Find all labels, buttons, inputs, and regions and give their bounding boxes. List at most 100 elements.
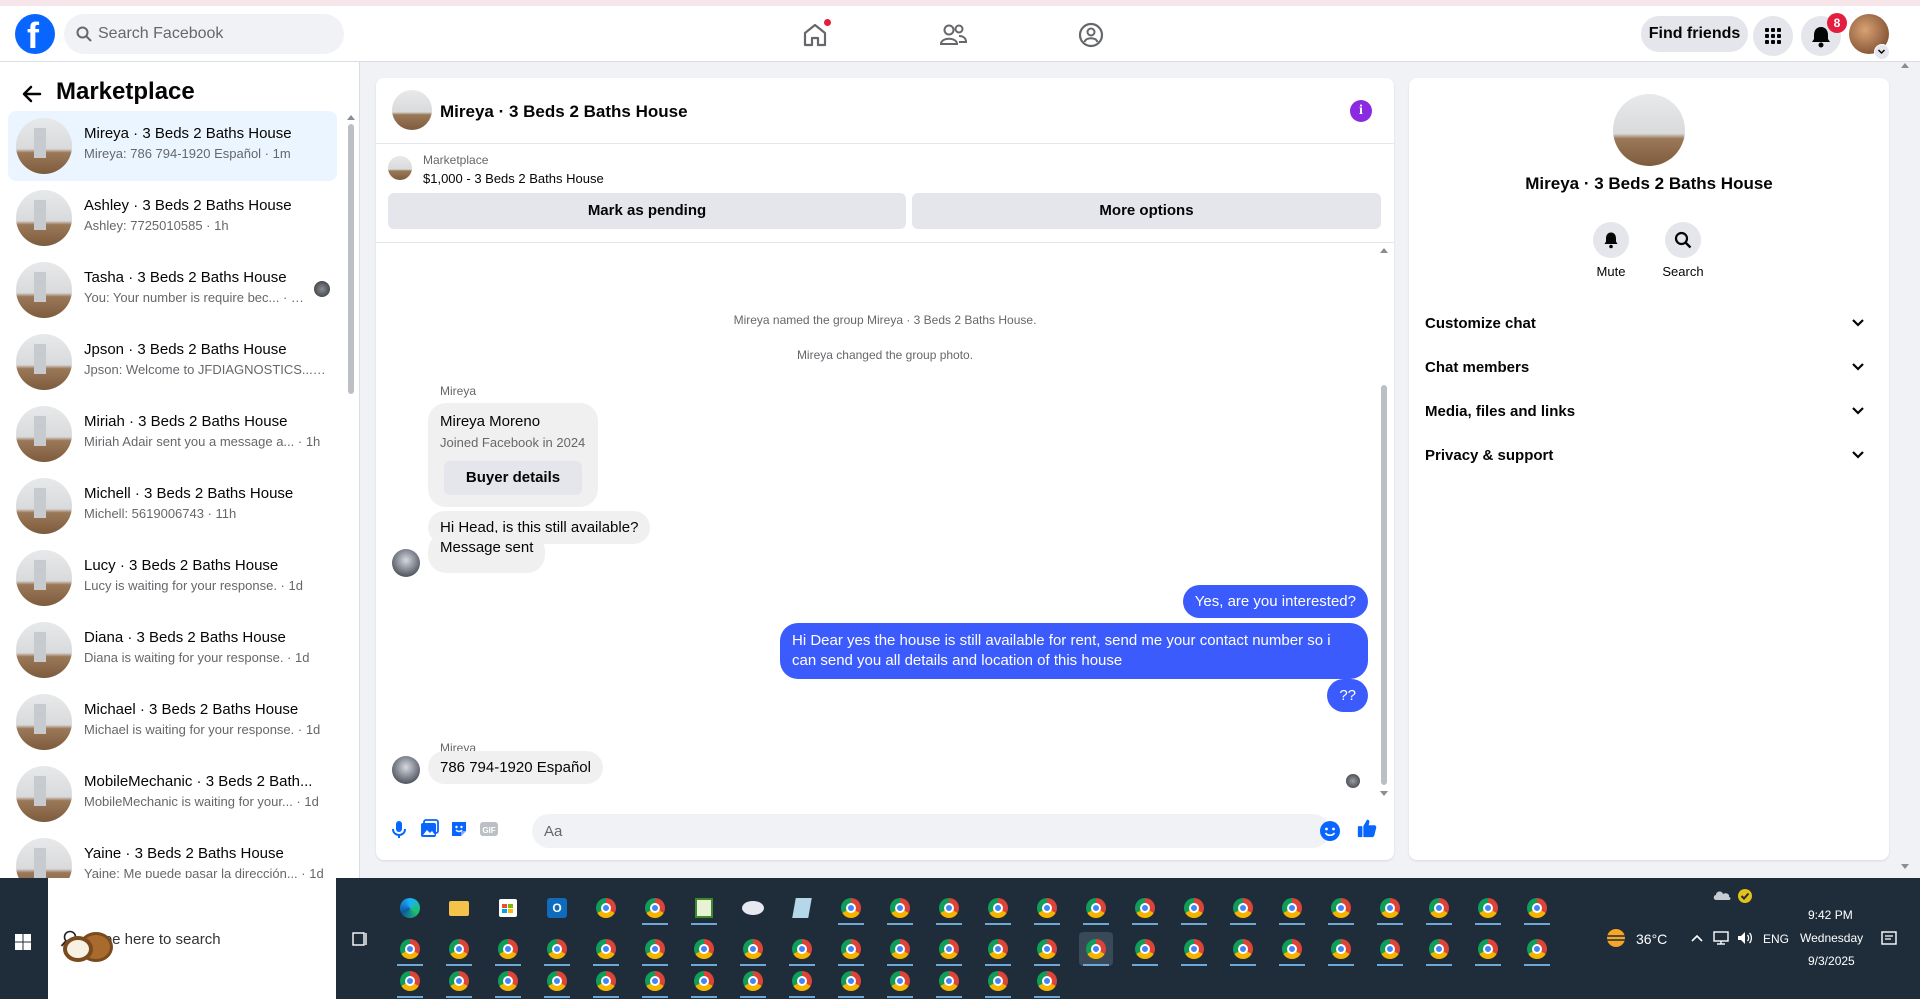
conversation-item[interactable]: Tasha · 3 Beds 2 Baths House You: Your n… — [8, 255, 337, 325]
chrome-window-icon[interactable] — [1324, 932, 1358, 966]
chrome-window-icon[interactable] — [736, 964, 770, 998]
conversation-item[interactable]: Diana · 3 Beds 2 Baths House Diana is wa… — [8, 615, 337, 685]
chrome-window-icon[interactable] — [393, 964, 427, 998]
thread-scrollbar[interactable] — [1379, 247, 1389, 799]
coconut-icon[interactable] — [60, 930, 116, 964]
emoji-icon[interactable] — [1319, 820, 1341, 842]
conversation-item[interactable]: Miriah · 3 Beds 2 Baths House Miriah Ada… — [8, 399, 337, 469]
chrome-window-icon[interactable] — [638, 964, 672, 998]
chrome-window-active-icon[interactable] — [1079, 932, 1113, 966]
message-input[interactable] — [532, 814, 1330, 848]
chrome-window-icon[interactable] — [1275, 891, 1309, 925]
taskbar-search-box[interactable] — [48, 878, 336, 999]
chat-title[interactable]: Mireya · 3 Beds 2 Baths House — [440, 102, 688, 122]
incoming-message[interactable]: Message sent — [428, 533, 546, 573]
scroll-up-arrow-icon[interactable] — [1900, 62, 1910, 68]
outgoing-message[interactable]: Hi Dear yes the house is still available… — [780, 623, 1368, 679]
conversation-item[interactable]: Michael · 3 Beds 2 Baths House Michael i… — [8, 687, 337, 757]
chrome-window-icon[interactable] — [932, 891, 966, 925]
sender-avatar[interactable] — [392, 756, 420, 784]
thread-scrollbar-thumb[interactable] — [1381, 385, 1387, 785]
gif-icon[interactable]: GIF — [478, 818, 500, 840]
chrome-window-icon[interactable] — [785, 964, 819, 998]
customize-chat-section[interactable]: Customize chat — [1417, 302, 1881, 346]
chrome-window-icon[interactable] — [1030, 891, 1064, 925]
chrome-window-icon[interactable] — [1226, 891, 1260, 925]
outgoing-message[interactable]: ?? — [1327, 679, 1368, 712]
conversation-item[interactable]: Ashley · 3 Beds 2 Baths House Ashley: 77… — [8, 183, 337, 253]
account-chevron-icon[interactable] — [1874, 44, 1890, 60]
security-status-icon[interactable] — [1737, 888, 1753, 904]
chrome-window-icon[interactable] — [442, 964, 476, 998]
network-icon[interactable] — [1712, 931, 1730, 945]
microsoft-store-icon[interactable] — [491, 891, 525, 925]
notification-center-icon[interactable] — [1880, 930, 1898, 948]
notes-app-icon[interactable] — [785, 891, 819, 925]
media-files-links-section[interactable]: Media, files and links — [1417, 390, 1881, 434]
page-scrollbar[interactable] — [1899, 62, 1911, 878]
mute-button[interactable]: Mute — [1581, 222, 1641, 279]
chrome-window-icon[interactable] — [1030, 932, 1064, 966]
chrome-window-icon[interactable] — [1520, 932, 1554, 966]
chrome-icon[interactable] — [589, 891, 623, 925]
info-icon[interactable]: i — [1350, 100, 1372, 122]
more-options-button[interactable]: More options — [912, 193, 1381, 229]
language-indicator[interactable]: ENG — [1763, 932, 1789, 946]
scroll-down-arrow-icon[interactable] — [1379, 791, 1389, 797]
chrome-window-icon[interactable] — [834, 932, 868, 966]
home-icon[interactable] — [800, 18, 832, 50]
chrome-window-icon[interactable] — [1030, 964, 1064, 998]
chrome-window-icon[interactable] — [687, 964, 721, 998]
chrome-window-icon[interactable] — [1275, 932, 1309, 966]
chat-group-avatar[interactable] — [1613, 94, 1685, 166]
chrome-window-icon[interactable] — [932, 932, 966, 966]
chrome-window-icon[interactable] — [1177, 932, 1211, 966]
back-arrow-icon[interactable] — [20, 82, 44, 106]
chrome-window-icon[interactable] — [540, 964, 574, 998]
clock-date[interactable]: 9/3/2025 — [1808, 954, 1855, 968]
chrome-window-icon[interactable] — [589, 964, 623, 998]
chrome-window-icon[interactable] — [1422, 932, 1456, 966]
chrome-window-icon[interactable] — [834, 891, 868, 925]
windows-start-icon[interactable] — [10, 929, 36, 955]
friends-icon[interactable] — [938, 20, 968, 50]
show-hidden-icons-chevron-icon[interactable] — [1690, 933, 1704, 943]
listing-price-title[interactable]: $1,000 - 3 Beds 2 Baths House — [423, 171, 604, 186]
chrome-window-icon[interactable] — [491, 932, 525, 966]
photo-icon[interactable] — [418, 818, 440, 840]
clock-time[interactable]: 9:42 PM — [1808, 908, 1853, 922]
chrome-window-icon[interactable] — [638, 932, 672, 966]
spreadsheet-icon[interactable] — [687, 891, 721, 925]
onedrive-icon[interactable] — [1712, 888, 1732, 902]
chrome-window-icon[interactable] — [540, 932, 574, 966]
chat-members-section[interactable]: Chat members — [1417, 346, 1881, 390]
chrome-window-icon[interactable] — [393, 932, 427, 966]
chrome-window-icon[interactable] — [1471, 891, 1505, 925]
volume-icon[interactable] — [1736, 931, 1754, 945]
search-input[interactable] — [98, 14, 328, 54]
listing-thumbnail[interactable] — [388, 156, 412, 180]
chrome-window-icon[interactable] — [834, 964, 868, 998]
chrome-window-icon[interactable] — [1373, 932, 1407, 966]
chrome-window-icon[interactable] — [932, 964, 966, 998]
chrome-window-icon[interactable] — [785, 932, 819, 966]
chrome-window-icon[interactable] — [883, 964, 917, 998]
conversation-item[interactable]: Lucy · 3 Beds 2 Baths House Lucy is wait… — [8, 543, 337, 613]
edge-icon[interactable] — [393, 891, 427, 925]
chrome-window-icon[interactable] — [736, 932, 770, 966]
incoming-message[interactable]: 786 794-1920 Español — [428, 751, 603, 784]
groups-icon[interactable] — [1076, 20, 1106, 50]
thumbs-up-icon[interactable] — [1356, 817, 1378, 839]
chrome-window-icon[interactable] — [442, 932, 476, 966]
chrome-window-icon[interactable] — [1471, 932, 1505, 966]
chrome-window-icon[interactable] — [883, 932, 917, 966]
facebook-search-box[interactable] — [64, 14, 344, 54]
buyer-details-button[interactable]: Buyer details — [444, 461, 582, 495]
chat-avatar[interactable] — [392, 90, 432, 130]
chrome-window-icon[interactable] — [1079, 891, 1113, 925]
temperature-text[interactable]: 36°C — [1636, 931, 1667, 947]
chrome-window-icon[interactable] — [981, 964, 1015, 998]
sticker-icon[interactable] — [448, 818, 470, 840]
chrome-window-icon[interactable] — [1324, 891, 1358, 925]
find-friends-button[interactable]: Find friends — [1641, 16, 1748, 52]
